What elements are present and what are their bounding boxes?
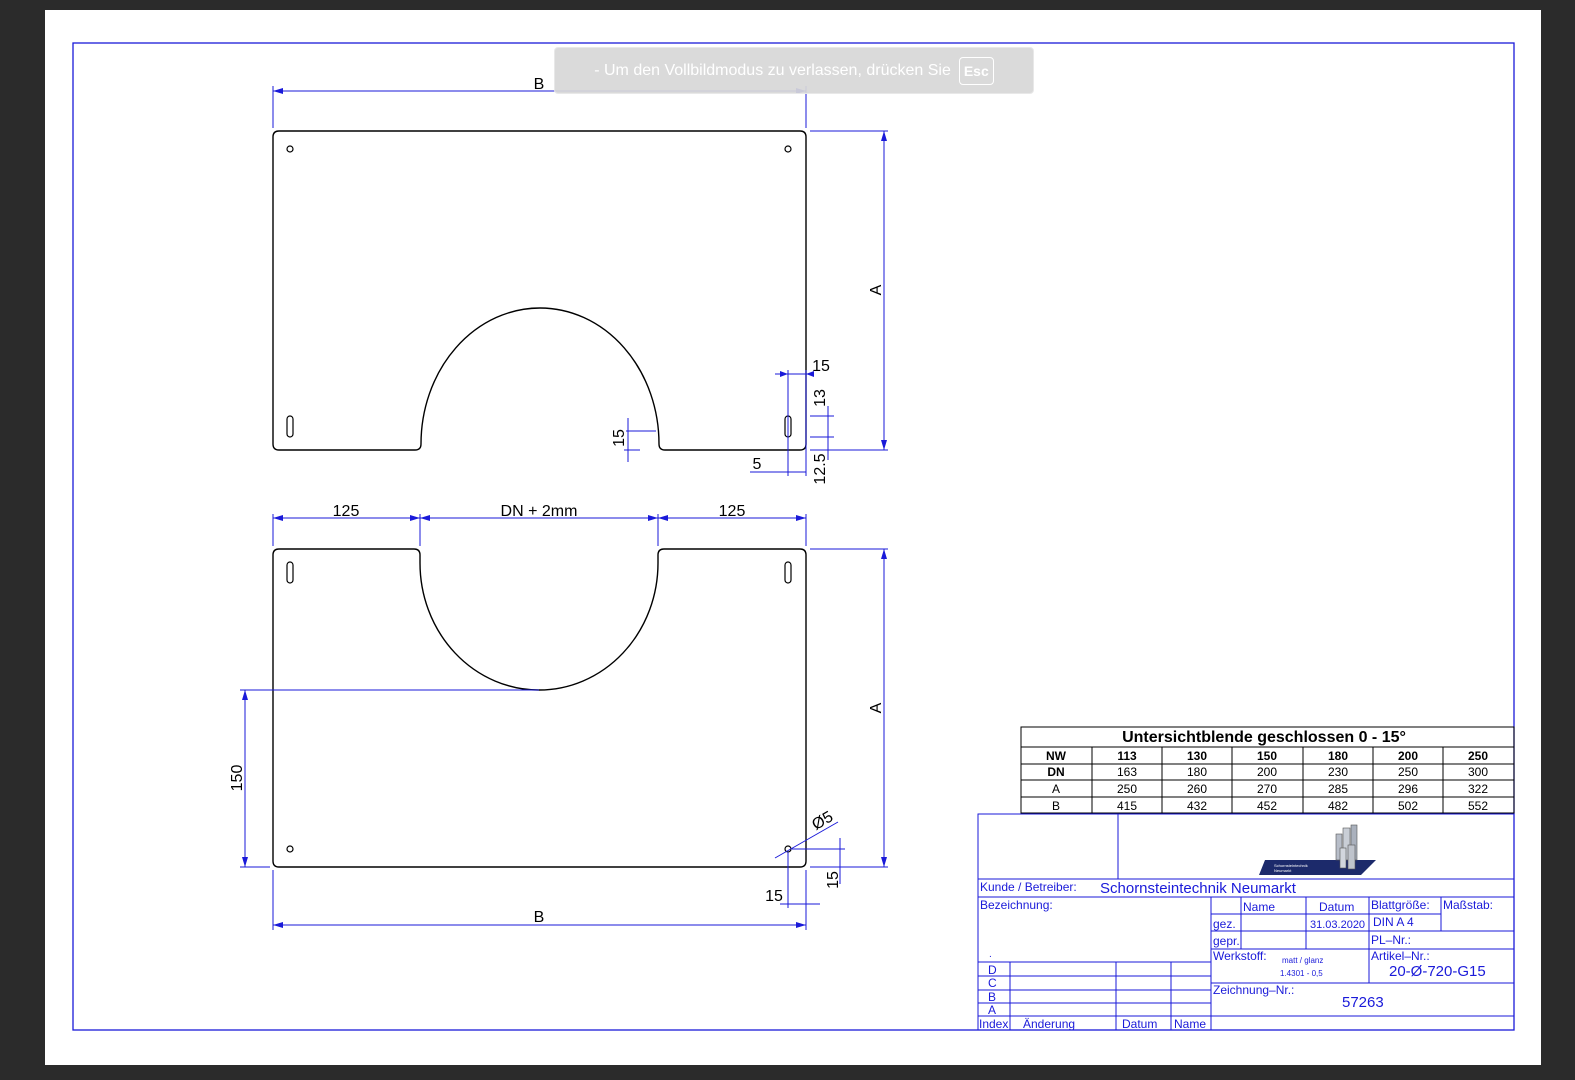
spec-table-header-cell: 200	[1398, 749, 1418, 763]
gez-date: 31.03.2020	[1310, 919, 1365, 931]
bottom-view: 125 DN + 2mm 125 A 150 Ø5 15 15 B	[229, 503, 888, 930]
top-view: B A 15 13 15 5 12.5	[272, 76, 888, 485]
spec-table-header-cell: 130	[1187, 749, 1207, 763]
werkstoff-label: Werkstoff:	[1213, 949, 1267, 963]
bottom-plate-outline	[272, 548, 807, 868]
spec-table-header-cell: NW	[1046, 749, 1067, 763]
footer-aenderung: Änderung	[1023, 1017, 1075, 1031]
dim-label-a: A	[868, 702, 885, 713]
gepr-label: gepr.	[1213, 934, 1240, 948]
dim-label: 15	[825, 871, 842, 889]
dim-label-hole: Ø5	[809, 808, 836, 833]
mounting-slot	[784, 561, 792, 584]
drawing-frame	[72, 42, 1515, 1031]
artikel-value: 20-Ø-720-G15	[1389, 963, 1486, 980]
spec-table-cell: 482	[1328, 799, 1348, 813]
mounting-slot	[286, 415, 294, 438]
spec-table-cell: 200	[1257, 765, 1277, 779]
company-logo: Schornsteintechnik Neumarkt	[1259, 824, 1376, 875]
spec-table-header-cell: 113	[1117, 749, 1137, 763]
title-block: Schornsteintechnik Neumarkt Kunde / Betr…	[977, 813, 1515, 1031]
werkstoff-line2: 1.4301 - 0,5	[1280, 969, 1323, 978]
spec-table-header-cell: 150	[1257, 749, 1277, 763]
dim-label: 125	[719, 503, 746, 520]
footer-name: Name	[1174, 1017, 1206, 1031]
bezeichnung-value: .	[989, 949, 992, 960]
dim-label: 15	[765, 888, 783, 905]
spec-table-cell: 250	[1117, 782, 1137, 796]
massstab-label: Maßstab:	[1443, 898, 1493, 912]
revision-index: D	[988, 963, 997, 977]
spec-table-cell: 452	[1257, 799, 1277, 813]
fullscreen-exit-text: - Um den Vollbildmodus zu verlassen, drü…	[594, 61, 951, 79]
spec-table-cell: 415	[1117, 799, 1137, 813]
revision-index: A	[988, 1003, 996, 1017]
blattgroesse-label: Blattgröße:	[1371, 898, 1430, 912]
spec-table-header-cell: 250	[1468, 749, 1488, 763]
spec-table-title: Untersichtblende geschlossen 0 - 15°	[1122, 729, 1406, 746]
dim-label: 15	[611, 429, 628, 447]
name-header: Name	[1243, 900, 1275, 914]
blattgroesse-value: DIN A 4	[1373, 915, 1414, 929]
spec-table-cell: 250	[1398, 765, 1418, 779]
footer-datum: Datum	[1122, 1017, 1157, 1031]
spec-table: Untersichtblende geschlossen 0 - 15° NW 1…	[1020, 726, 1515, 814]
spec-table-cell: 552	[1468, 799, 1488, 813]
esc-key-hint[interactable]: Esc	[958, 56, 994, 85]
spec-table-cell: 300	[1468, 765, 1488, 779]
spec-table-cell: A	[1052, 782, 1060, 796]
dim-label-a: A	[868, 284, 885, 295]
gez-label: gez.	[1213, 917, 1236, 931]
spec-table-cell: 432	[1187, 799, 1207, 813]
technical-drawing: B A 15 13 15 5 12.5 125 DN + 2mm 125 A 1…	[72, 42, 1515, 1031]
kunde-value: Schornsteintechnik Neumarkt	[1100, 880, 1297, 897]
fullscreen-exit-banner: - Um den Vollbildmodus zu verlassen, drü…	[554, 47, 1034, 94]
spec-table-cell: 180	[1187, 765, 1207, 779]
mounting-slot	[286, 561, 294, 584]
mounting-hole	[286, 145, 294, 153]
dim-label: 15	[812, 358, 830, 375]
spec-table-cell: 163	[1117, 765, 1137, 779]
mounting-hole	[286, 845, 294, 853]
top-plate-outline	[272, 130, 807, 451]
zeichnung-label: Zeichnung–Nr.:	[1213, 983, 1294, 997]
dim-label: 12.5	[812, 453, 829, 484]
spec-table-cell: DN	[1047, 765, 1064, 779]
dim-label: 13	[812, 389, 829, 407]
revision-index: B	[988, 990, 996, 1004]
logo-text: Neumarkt	[1274, 868, 1292, 873]
datum-header: Datum	[1319, 900, 1354, 914]
spec-table-header-cell: 180	[1328, 749, 1348, 763]
spec-table-cell: 502	[1398, 799, 1418, 813]
dim-label-b: B	[534, 909, 545, 926]
spec-table-cell: 230	[1328, 765, 1348, 779]
spec-table-cell: 322	[1468, 782, 1488, 796]
dim-label-dn: DN + 2mm	[501, 503, 578, 520]
spec-table-cell: 285	[1328, 782, 1348, 796]
spec-table-cell: 270	[1257, 782, 1277, 796]
bezeichnung-label: Bezeichnung:	[980, 898, 1053, 912]
revision-index: C	[988, 976, 997, 990]
pl-label: PL–Nr.:	[1371, 933, 1411, 947]
dim-label: 125	[333, 503, 360, 520]
zeichnung-value: 57263	[1342, 994, 1384, 1011]
spec-table-cell: 260	[1187, 782, 1207, 796]
spec-table-cells: NW 113 130 150 180 200 250 DN 163 180 200 230 250 300…	[1046, 749, 1488, 813]
mounting-hole	[784, 145, 792, 153]
spec-table-cell: 296	[1398, 782, 1418, 796]
dim-label: 5	[753, 456, 762, 473]
kunde-label: Kunde / Betreiber:	[980, 880, 1077, 894]
spec-table-cell: B	[1052, 799, 1060, 813]
artikel-label: Artikel–Nr.:	[1371, 949, 1430, 963]
werkstoff-line1: matt / glanz	[1282, 956, 1323, 965]
footer-index: Index	[979, 1017, 1008, 1031]
dim-label-b: B	[534, 76, 545, 93]
dim-label: 150	[229, 765, 246, 792]
